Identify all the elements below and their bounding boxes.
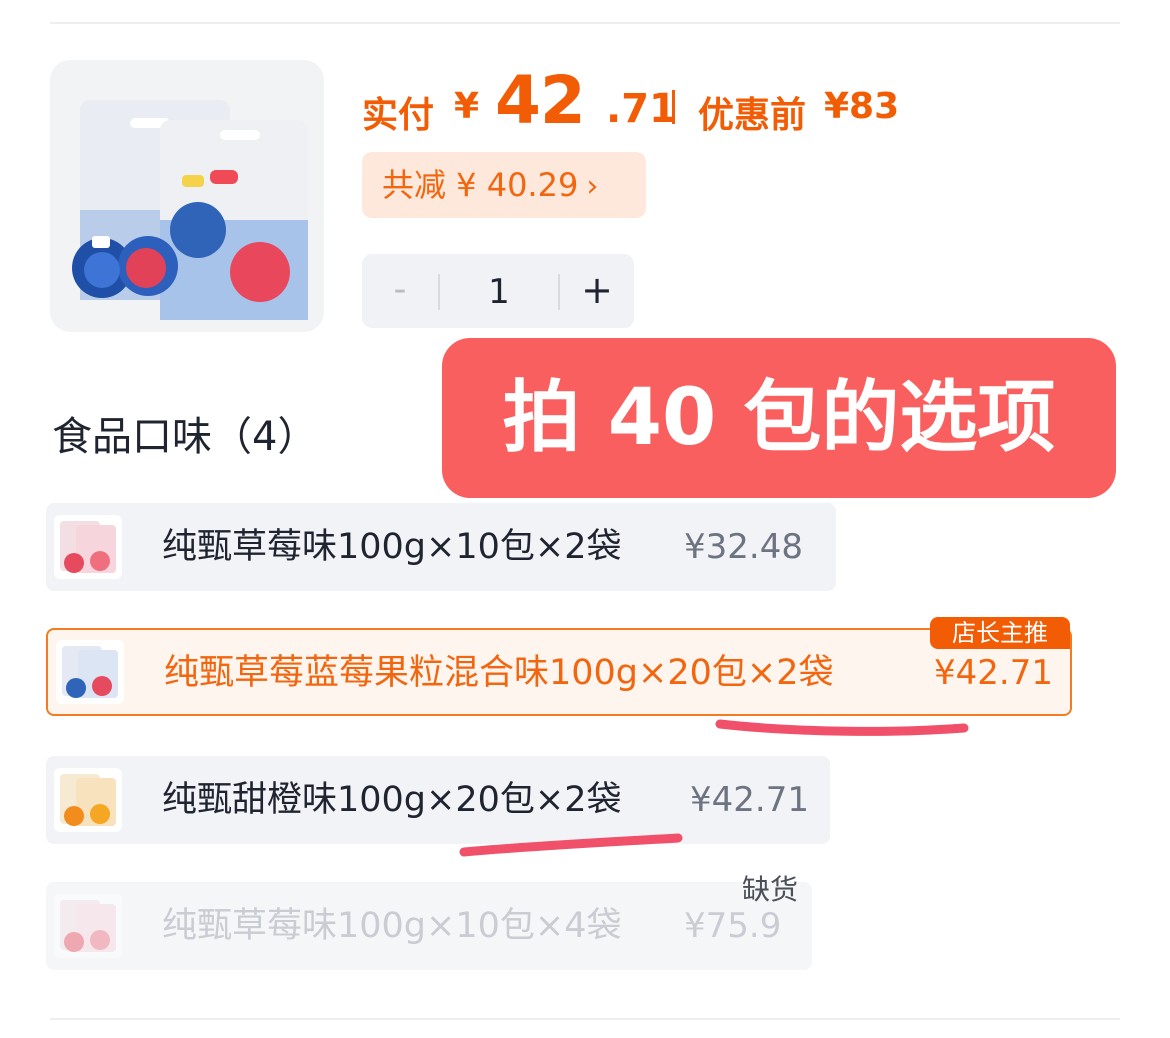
paid-label: 实付 [362,95,435,136]
option-thumbnail [54,768,122,832]
discount-label: 共减 ¥ 40.29 [382,166,579,204]
product-illustration [72,100,308,320]
section-title: 食品口味（4） [52,414,318,460]
option-name: 纯甄甜橙味100g×20包×2袋 [162,780,622,820]
flavor-option[interactable]: 纯甄草莓味100g×10包×2袋 ¥32.48 [46,503,836,591]
flavor-option-selected[interactable]: 纯甄草莓蓝莓果粒混合味100g×20包×2袋 ¥42.71 [46,628,1072,716]
quantity-value[interactable]: 1 [440,254,558,328]
recommend-badge: 店长主推 [930,617,1070,649]
decrease-button[interactable]: - [362,254,438,328]
product-image[interactable] [50,60,324,332]
option-thumbnail [56,640,124,704]
currency-symbol: ¥ [454,86,480,127]
before-discount-price: ¥83 [824,86,900,127]
option-name: 纯甄草莓味100g×10包×4袋 [162,906,622,946]
option-price: ¥42.71 [690,780,809,820]
option-price: ¥32.48 [684,527,803,567]
price-summary: 实付 ¥ 42 .71 优惠前 ¥83 [362,62,982,142]
underline-mark [715,719,969,736]
flavor-option[interactable]: 纯甄甜橙味100g×20包×2袋 ¥42.71 [46,756,830,844]
bottom-divider [50,1018,1120,1020]
increase-button[interactable]: + [560,254,634,328]
chevron-right-icon: › [586,169,599,204]
option-thumbnail [54,894,122,958]
out-of-stock-badge: 缺货 [742,873,799,906]
annotation-banner: 拍 40 包的选项 [442,338,1116,498]
option-name: 纯甄草莓蓝莓果粒混合味100g×20包×2袋 [164,653,834,693]
option-thumbnail [54,515,122,579]
top-divider [50,22,1120,24]
before-discount-label: 优惠前 [698,95,807,136]
paid-price-integer: 42 [495,62,586,139]
option-name: 纯甄草莓味100g×10包×2袋 [162,527,622,567]
price-separator [672,90,675,124]
flavor-option-disabled: 纯甄草莓味100g×10包×4袋 ¥75.9 [46,882,812,970]
discount-detail-button[interactable]: 共减 ¥ 40.29 › [362,152,646,218]
paid-price-decimal: .71 [606,86,677,132]
quantity-stepper[interactable]: - 1 + [362,254,634,328]
